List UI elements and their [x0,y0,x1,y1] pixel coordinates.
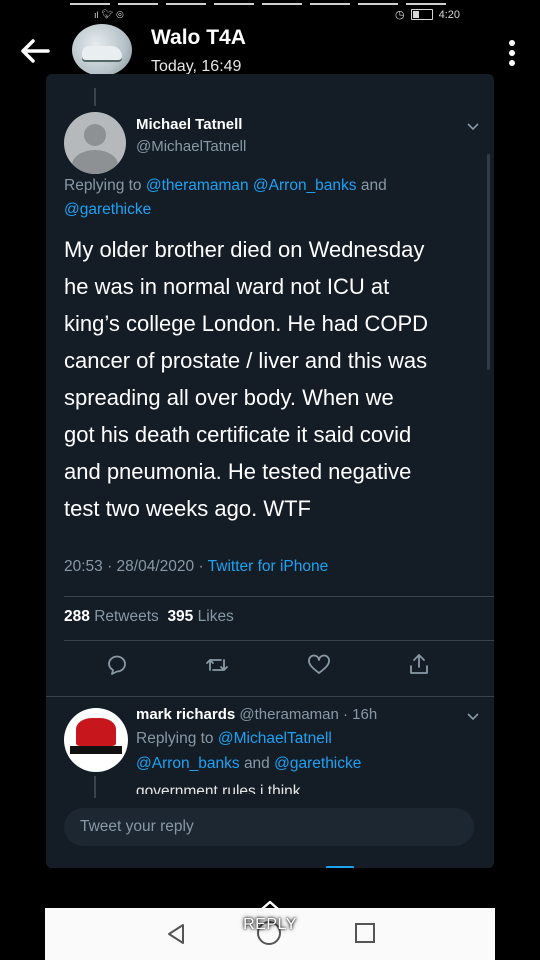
mention-link: @Arron_banks [136,755,240,772]
divider [46,696,494,697]
tweet-author-name: Michael Tatnell [136,116,243,133]
comment-icon [108,655,126,675]
thread-line [94,88,96,106]
replying-and: and [243,755,270,772]
default-avatar-icon [64,112,126,174]
battery-icon [410,9,433,20]
reply-author-name: mark richards [136,706,236,723]
replying-to: Replying to @theramaman @Arron_banks and… [64,174,464,222]
contact-name[interactable]: Walo T4A [151,26,246,50]
scrollbar [487,154,490,370]
more-options-icon[interactable] [508,40,516,66]
likes-label: Likes [197,608,234,625]
likes-count: 395 [167,608,194,625]
tab-indicator [326,866,354,868]
tweet-text: My older brother died on Wednesday he wa… [64,237,429,521]
reply-replying-to: Replying to @MichaelTatnell @Arron_banks… [136,726,466,776]
mention-link: @MichaelTatnell [217,730,332,747]
chevron-down-icon [467,123,479,131]
mention-link: @theramaman [145,177,249,194]
tweet-stats: 288 Retweets 395 Likes [64,608,234,626]
mention-link: @Arron_banks [252,177,357,194]
signal-icon: ıl [94,9,99,20]
tweet-timestamp: 20:53 · 28/04/2020 · [64,558,208,575]
replying-prefix: Replying to [136,730,214,747]
mention-link: @garethicke [274,755,362,772]
tweet-screenshot: Michael Tatnell @MichaelTatnell Replying… [46,74,494,868]
chevron-down-icon [467,713,479,721]
twitter-icon: 🐦︎ [101,9,113,19]
tweet-reply-input [64,808,474,846]
share-icon [410,654,428,674]
story-progress [70,3,446,5]
tweet-author-handle: @MichaelTatnell [136,138,247,155]
tweet-actions [104,652,434,682]
back-arrow-icon[interactable] [18,36,52,66]
car-image [82,46,122,60]
reply-avatar [64,708,128,772]
mention-link: @garethicke [64,201,152,218]
alarm-icon: ◷ [394,9,405,21]
heart-icon [308,654,330,674]
retweet-icon [206,659,228,671]
divider [64,596,494,597]
thread-line [94,776,96,798]
reply-button[interactable]: REPLY [0,916,540,934]
reply-author: mark richards @theramaman · 16h [136,706,377,723]
status-time: 4:20 [438,8,460,21]
status-bar: ıl 🐦︎ ◎ ◷ 4:20 [0,0,540,24]
status-left-icons: ıl 🐦︎ ◎ [94,9,124,20]
divider [64,640,494,641]
screen: ıl 🐦︎ ◎ ◷ 4:20 Walo T4A Today, 16:49 Mic… [0,0,540,960]
reply-text: government rules i think [136,783,301,794]
tweet-source: Twitter for iPhone [207,558,329,575]
retweets-label: Retweets [94,608,159,625]
retweets-count: 288 [64,608,90,625]
status-right: ◷ 4:20 [394,8,460,22]
reply-composer [46,798,494,868]
whatsapp-icon: ◎ [115,9,124,19]
replying-and: and [360,177,387,194]
contact-avatar[interactable] [72,24,132,76]
reply-author-meta: @theramaman · 16h [239,706,378,723]
chat-header: Walo T4A Today, 16:49 [0,24,540,80]
tweet-meta: 20:53 · 28/04/2020 · Twitter for iPhone [64,558,328,576]
replying-prefix: Replying to [64,177,142,194]
